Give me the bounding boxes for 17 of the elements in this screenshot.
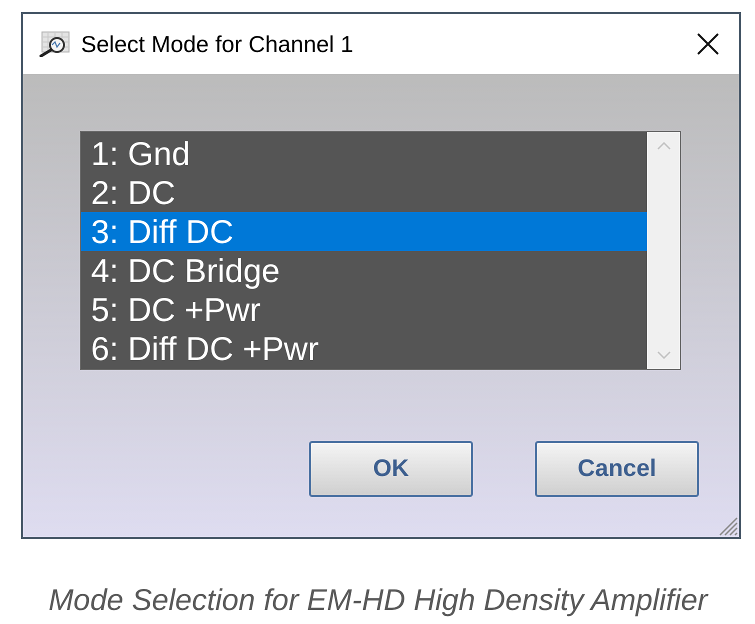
list-item[interactable]: 2: DC [81,173,647,212]
figure-caption: Mode Selection for EM-HD High Density Amplifier [48,584,708,618]
magnifier-icon [38,31,71,57]
close-icon [697,33,719,55]
list-item[interactable]: 5: DC +Pwr [81,290,647,329]
mode-list[interactable]: 1: Gnd 2: DC 3: Diff DC 4: DC Bridge 5: DC +Pwr 6: Diff DC +Pwr [80,131,681,370]
up-chevron-icon[interactable] [656,142,670,150]
list-item[interactable]: 3: Diff DC [81,212,647,251]
dialog-button[interactable]: OK [309,441,473,497]
window-title: Select Mode for Channel 1 [81,32,354,56]
dialog-button[interactable]: Cancel [535,441,699,497]
close-button[interactable] [695,31,721,57]
scrollbar[interactable] [647,132,680,369]
list-item[interactable]: 4: DC Bridge [81,251,647,290]
list-item[interactable]: 6: Diff DC +Pwr [81,329,647,368]
list-item[interactable]: 1: Gnd [81,134,647,173]
down-chevron-icon[interactable] [656,351,670,359]
